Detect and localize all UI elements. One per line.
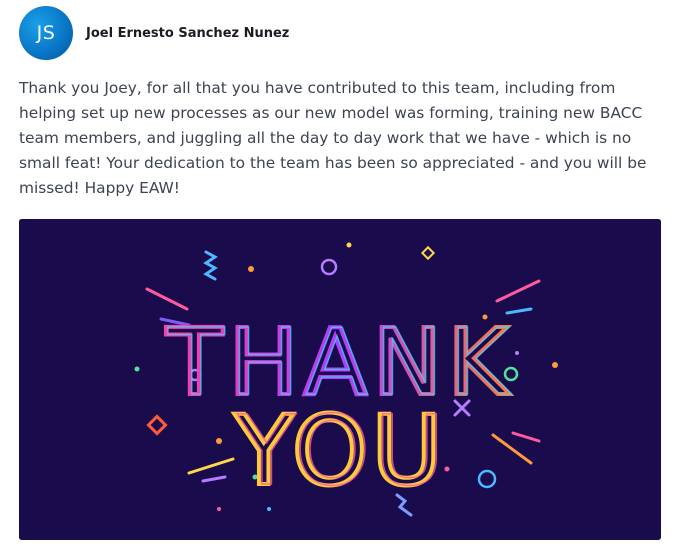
author-name[interactable]: Joel Ernesto Sanchez Nunez xyxy=(86,26,289,41)
you-text-art: YOU YOU xyxy=(231,393,448,509)
you-word-echo: YOU xyxy=(236,395,448,507)
avatar[interactable]: JS xyxy=(19,6,73,60)
post-card: JS Joel Ernesto Sanchez Nunez Thank you … xyxy=(0,0,679,550)
thank-you-image[interactable]: THANK THANK YOU YOU xyxy=(19,219,661,540)
avatar-initials: JS xyxy=(36,22,56,44)
thank-you-illustration: THANK THANK YOU YOU xyxy=(19,219,661,540)
post-message: Thank you Joey, for all that you have co… xyxy=(19,79,647,197)
post-header: JS Joel Ernesto Sanchez Nunez xyxy=(19,4,289,62)
